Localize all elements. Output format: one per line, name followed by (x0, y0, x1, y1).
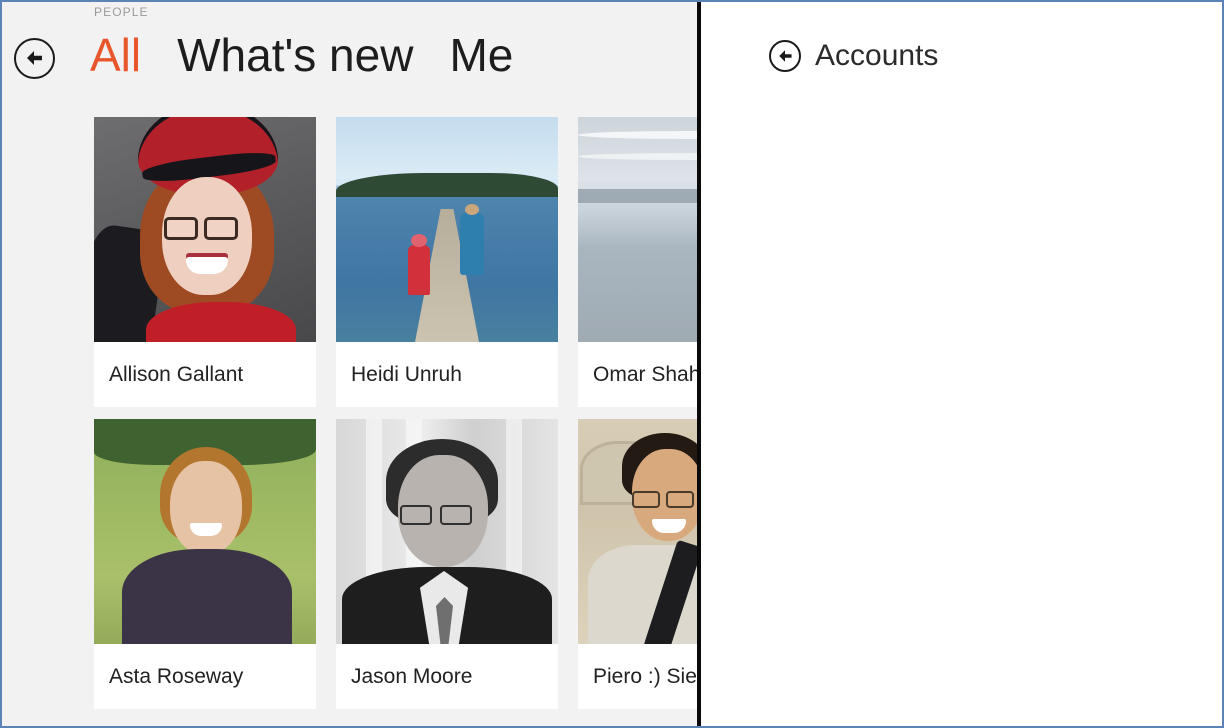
contact-photo (336, 419, 558, 644)
tab-me[interactable]: Me (449, 24, 513, 86)
portrait-woman-red-hat-image (94, 117, 316, 342)
tab-bar: All What's new Me (90, 24, 513, 86)
portrait-man-outdoors-image (578, 419, 697, 644)
contact-tile[interactable]: Omar Shah (578, 117, 697, 407)
tab-all[interactable]: All (90, 24, 141, 86)
dock-over-lake-image (336, 117, 558, 342)
portrait-man-suit-bw-image (336, 419, 558, 644)
app-header: PEOPLE All What's new Me (2, 2, 697, 110)
contact-name: Piero :) Sie (578, 644, 697, 709)
contact-tile[interactable]: Jason Moore (336, 419, 558, 709)
contact-tile[interactable]: Heidi Unruh (336, 117, 558, 407)
contact-tile-row: Allison Gallant Heidi Unruh (94, 117, 697, 407)
contact-photo (94, 117, 316, 342)
contact-name: Asta Roseway (94, 644, 316, 709)
contact-tile[interactable]: Piero :) Sie (578, 419, 697, 709)
contact-tile-row: Asta Roseway Jason Moore (94, 419, 697, 709)
flyout-header: Accounts (769, 40, 938, 72)
contact-name: Omar Shah (578, 342, 697, 407)
contact-name: Heidi Unruh (336, 342, 558, 407)
contact-name: Allison Gallant (94, 342, 316, 407)
contact-tile[interactable]: Asta Roseway (94, 419, 316, 709)
seascape-clouds-image (578, 117, 697, 342)
contact-photo (578, 117, 697, 342)
flyout-back-button[interactable] (769, 40, 801, 72)
contact-tile-grid: Allison Gallant Heidi Unruh (94, 117, 697, 709)
contact-tile[interactable]: Allison Gallant (94, 117, 316, 407)
back-button[interactable] (14, 38, 55, 79)
contact-photo (336, 117, 558, 342)
flyout-title: Accounts (815, 41, 938, 71)
tab-whats-new[interactable]: What's new (177, 24, 413, 86)
people-app-pane: PEOPLE All What's new Me (2, 2, 697, 726)
app-window: PEOPLE All What's new Me (0, 0, 1224, 728)
contact-photo (578, 419, 697, 644)
portrait-woman-green-field-image (94, 419, 316, 644)
contact-name: Jason Moore (336, 644, 558, 709)
app-kicker-label: PEOPLE (94, 5, 149, 19)
contact-photo (94, 419, 316, 644)
accounts-flyout: Accounts M Microsoft Exchange f Facebook… (701, 2, 1224, 726)
